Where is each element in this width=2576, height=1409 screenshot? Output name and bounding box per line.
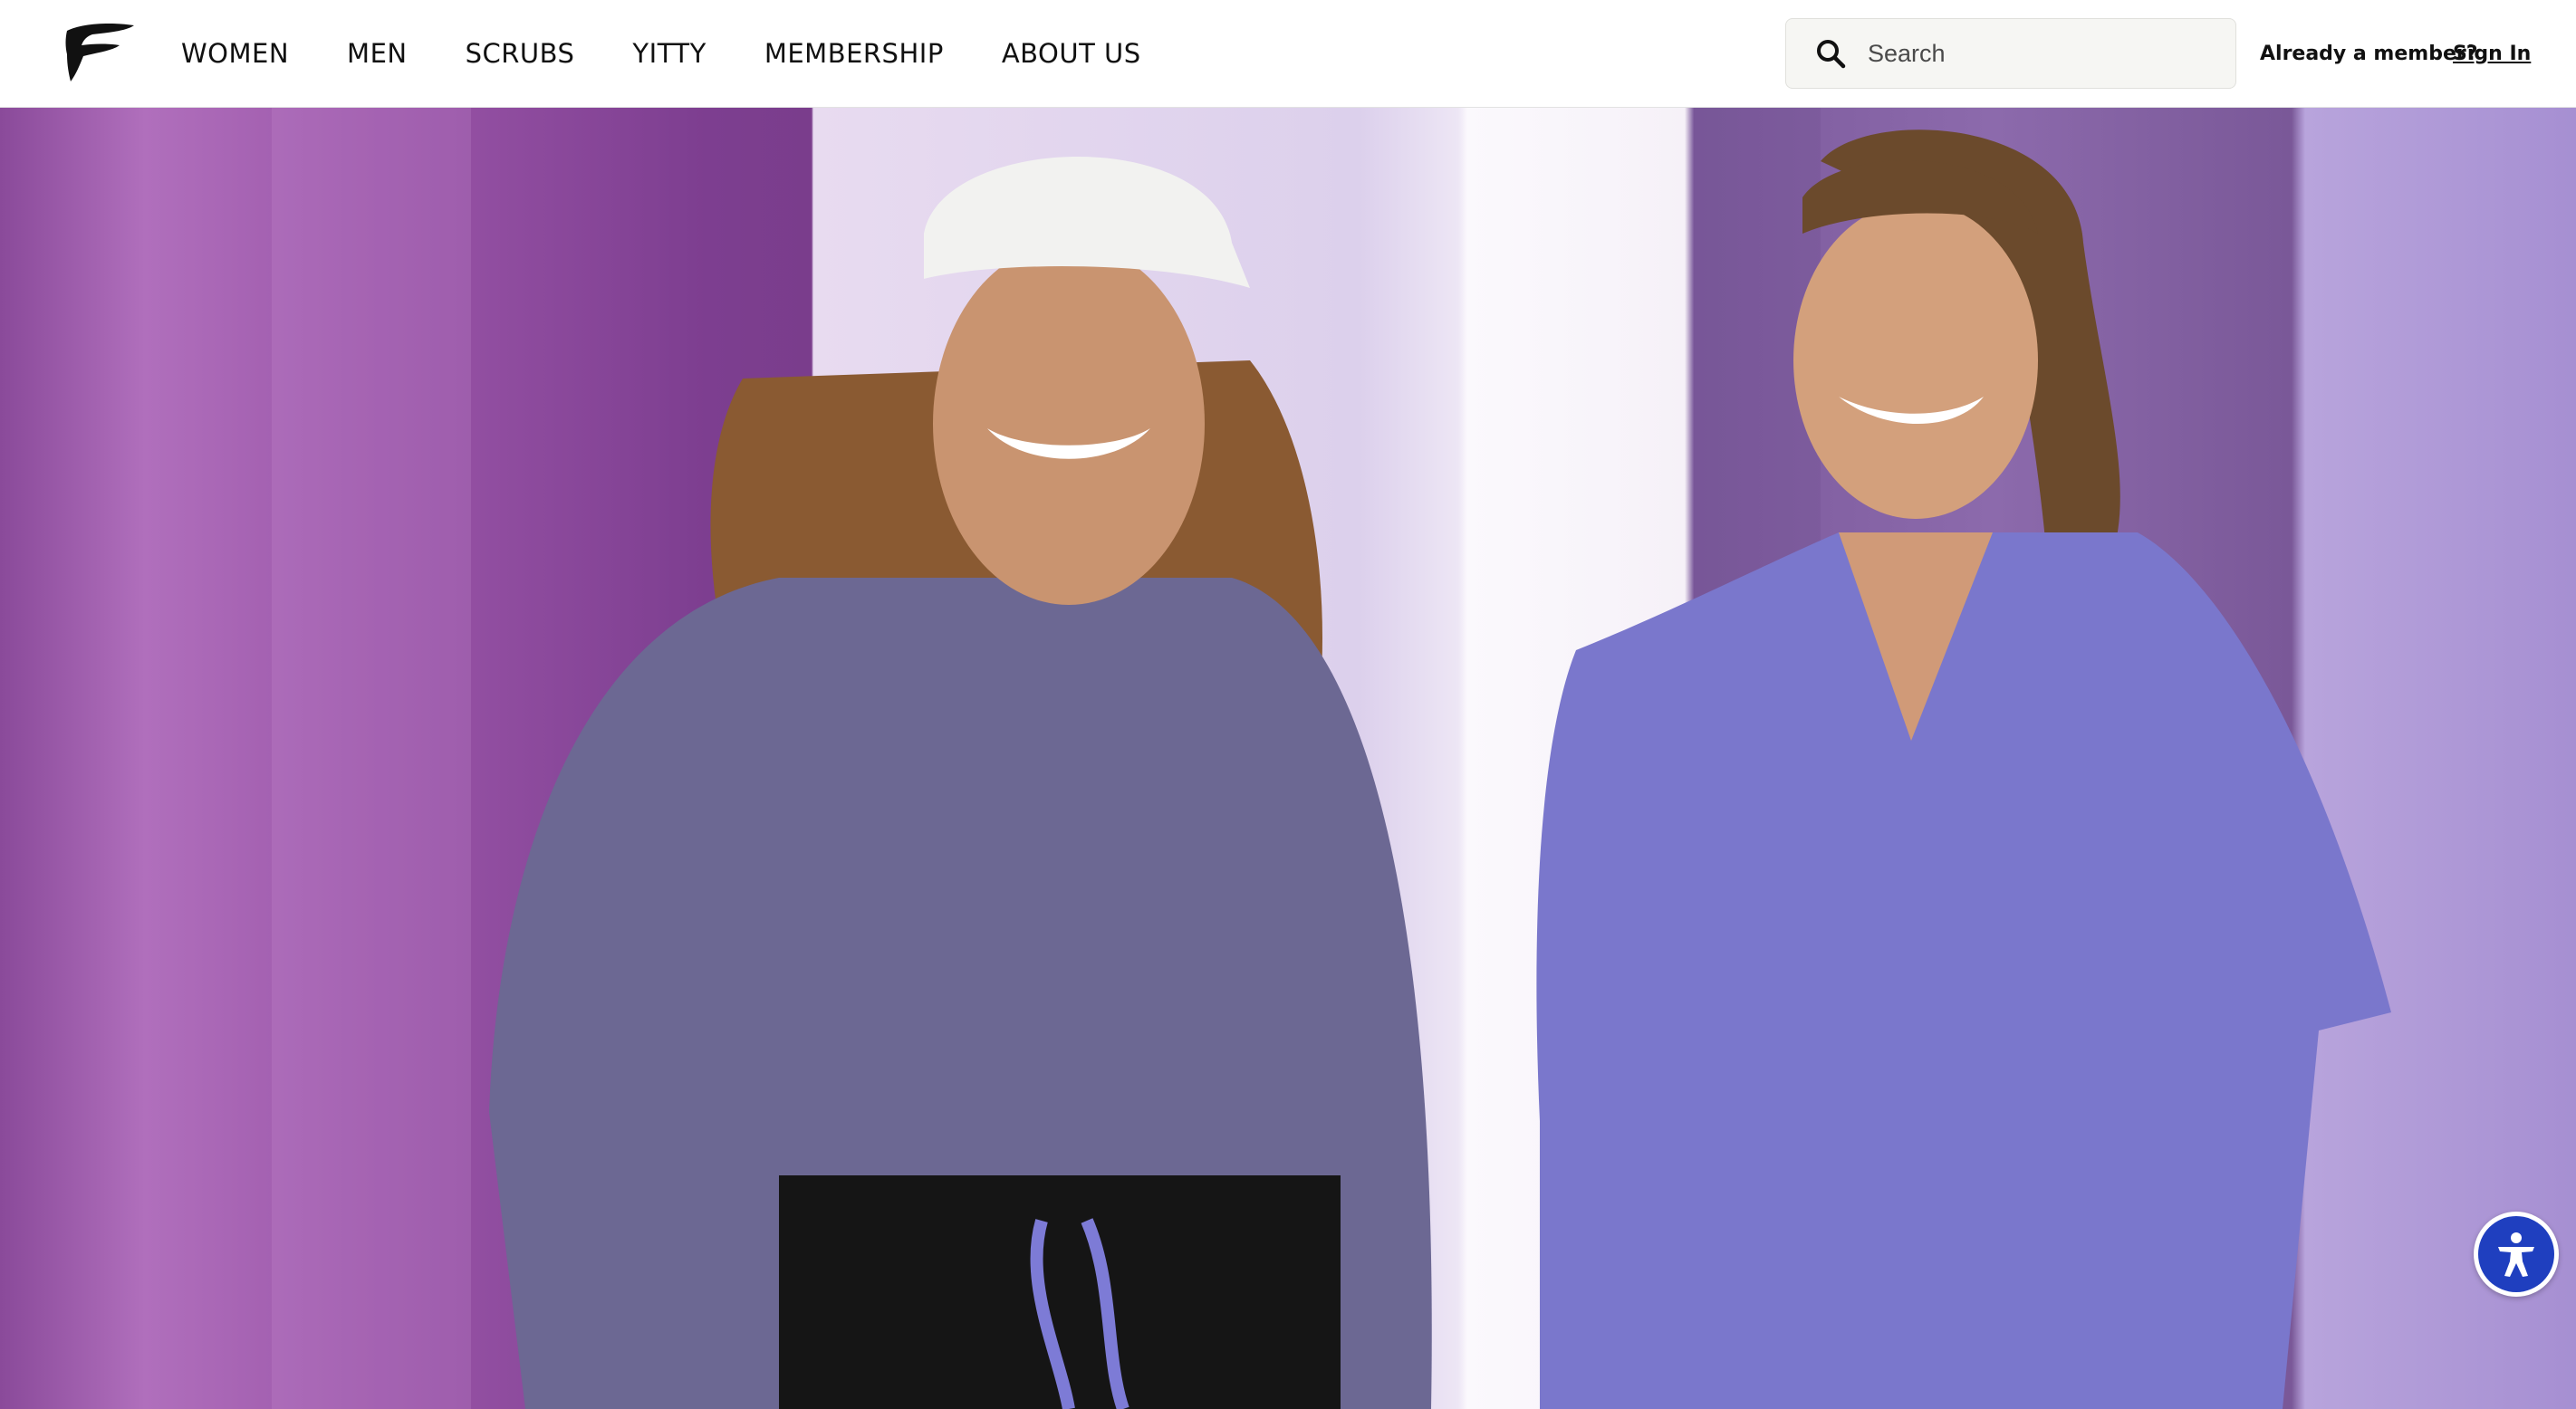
hero-banner <box>0 107 2576 1409</box>
hero-image <box>272 107 2391 1409</box>
main-nav: WOMEN MEN SCRUBS YITTY MEMBERSHIP ABOUT … <box>181 0 1199 107</box>
search-input[interactable] <box>1866 38 2214 69</box>
search-icon[interactable] <box>1815 38 1846 69</box>
nav-item-yitty[interactable]: YITTY <box>632 38 706 69</box>
accessibility-icon <box>2498 1232 2534 1277</box>
brand-logo-icon[interactable] <box>62 22 136 85</box>
nav-item-scrubs[interactable]: SCRUBS <box>466 38 575 69</box>
member-prompt-text: Already a member? <box>2260 43 2478 65</box>
accessibility-button[interactable] <box>2474 1212 2559 1297</box>
model-left <box>489 157 1432 1409</box>
nav-item-membership[interactable]: MEMBERSHIP <box>764 38 944 69</box>
model-right <box>1536 129 2391 1409</box>
sign-in-link[interactable]: Sign In <box>2453 43 2531 65</box>
nav-item-about-us[interactable]: ABOUT US <box>1002 38 1141 69</box>
nav-item-women[interactable]: WOMEN <box>181 38 289 69</box>
nav-item-men[interactable]: MEN <box>347 38 408 69</box>
top-navigation-bar: WOMEN MEN SCRUBS YITTY MEMBERSHIP ABOUT … <box>0 0 2576 108</box>
search-box[interactable] <box>1785 18 2236 89</box>
